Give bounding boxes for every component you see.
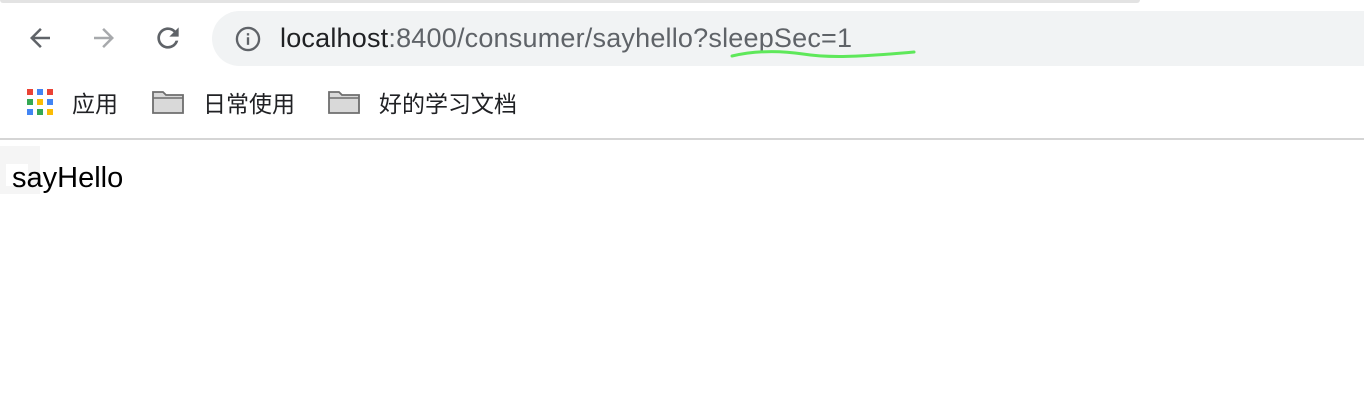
browser-toolbar: localhost:8400/consumer/sayhello?sleepSe… — [0, 0, 1364, 140]
folder-icon — [327, 88, 361, 116]
bookmark-label: 应用 — [72, 91, 118, 117]
bookmark-label: 日常使用 — [203, 91, 295, 117]
info-icon[interactable] — [234, 25, 262, 53]
bookmarks-bar: 应用 日常使用 好的学习文档 — [0, 82, 1364, 122]
tab-strip-edge — [0, 0, 1140, 3]
reload-icon — [157, 27, 179, 49]
back-button[interactable] — [20, 18, 60, 58]
forward-button[interactable] — [84, 18, 124, 58]
page-content: sayHello — [0, 140, 1364, 408]
highlight-underline-mark — [730, 50, 916, 58]
arrow-left-icon — [30, 28, 50, 48]
bookmark-label: 好的学习文档 — [379, 91, 517, 117]
apps-grid-icon — [26, 88, 54, 116]
response-text: sayHello — [12, 162, 124, 194]
bookmark-folder-daily[interactable]: 日常使用 — [151, 82, 295, 122]
url-host: localhost — [280, 23, 389, 53]
folder-icon — [151, 88, 185, 116]
reload-button[interactable] — [148, 18, 188, 58]
bookmark-folder-docs[interactable]: 好的学习文档 — [327, 82, 517, 122]
bookmark-apps[interactable]: 应用 — [26, 82, 118, 122]
arrow-right-icon — [94, 28, 114, 48]
